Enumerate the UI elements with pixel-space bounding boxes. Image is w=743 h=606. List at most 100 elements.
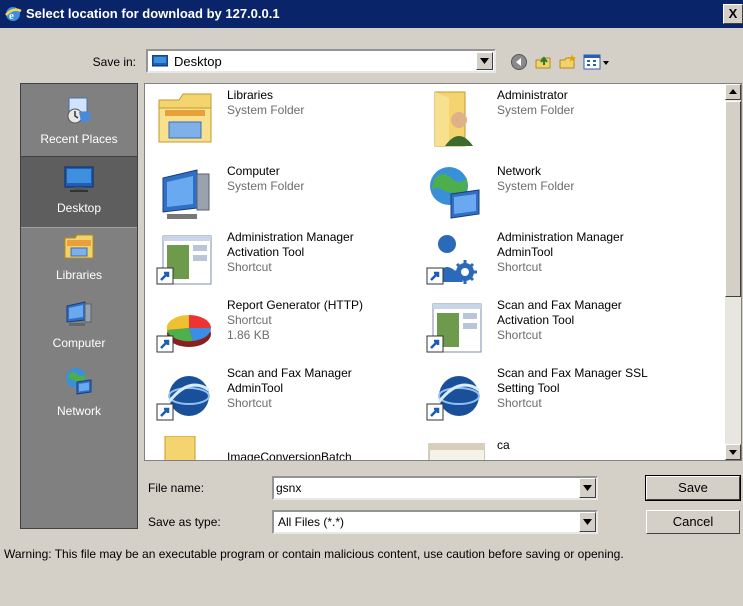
cancel-button[interactable]: Cancel — [646, 510, 740, 534]
file-name: Libraries — [227, 88, 274, 102]
browser-app-icon: e — [5, 7, 22, 22]
file-name-label: File name: — [148, 481, 205, 495]
file-size: 1.86 KB — [227, 328, 270, 342]
file-type: System Folder — [497, 179, 575, 193]
window-shortcut-icon — [156, 235, 212, 285]
desktop-icon — [64, 166, 94, 192]
scroll-down-button[interactable] — [725, 444, 741, 460]
list-item[interactable]: ImageConversionBatch — [149, 436, 417, 461]
file-name: Setting Tool — [497, 381, 560, 395]
list-item[interactable]: Administration Manager Activation Tool S… — [149, 230, 417, 298]
file-name: Scan and Fax Manager — [497, 298, 622, 312]
list-item[interactable]: Computer System Folder — [149, 164, 417, 232]
place-computer[interactable]: Computer — [21, 292, 137, 362]
place-desktop[interactable]: Desktop — [21, 156, 137, 228]
file-name: AdminTool — [227, 381, 284, 395]
save-in-dropdown[interactable]: Desktop — [146, 49, 496, 73]
file-type: System Folder — [497, 103, 575, 117]
list-item[interactable]: Report Generator (HTTP) Shortcut 1.86 KB — [149, 298, 417, 366]
save-button[interactable]: Save — [645, 475, 741, 501]
list-item[interactable]: Scan and Fax Manager SSL Setting Tool Sh… — [419, 366, 687, 434]
file-name: Report Generator (HTTP) — [227, 298, 364, 312]
save-as-type-dropdown[interactable]: All Files (*.*) — [272, 510, 598, 534]
places-bar: Recent Places Desktop Libraries Computer… — [20, 83, 138, 529]
user-folder-icon — [434, 91, 473, 147]
chevron-up-icon — [729, 89, 737, 94]
place-recent-places[interactable]: Recent Places — [21, 88, 137, 158]
list-item[interactable]: Scan and Fax Manager AdminTool Shortcut — [149, 366, 417, 434]
network-icon — [66, 368, 92, 395]
file-type: Shortcut — [497, 396, 542, 410]
file-type: Shortcut — [497, 260, 542, 274]
file-type: Shortcut — [227, 313, 272, 327]
computer-icon — [162, 169, 210, 219]
vertical-scrollbar[interactable] — [725, 84, 741, 460]
new-folder-button[interactable] — [557, 52, 579, 72]
up-folder-icon — [535, 56, 551, 69]
place-label: Libraries — [55, 268, 103, 282]
file-type: Shortcut — [227, 396, 272, 410]
window-shortcut-icon — [426, 303, 482, 353]
desktop-icon — [152, 55, 168, 67]
title-bar: e Select location for download by 127.0.… — [0, 0, 743, 28]
certificate-icon — [428, 443, 485, 460]
admin-gear-shortcut-icon — [426, 235, 477, 285]
back-button[interactable] — [508, 52, 530, 72]
chevron-down-icon[interactable] — [476, 52, 493, 70]
globe-shortcut-icon — [156, 376, 210, 421]
file-name: ImageConversionBatch — [227, 450, 352, 461]
list-item[interactable]: Administration Manager AdminTool Shortcu… — [419, 230, 687, 298]
place-network[interactable]: Network — [21, 360, 137, 430]
file-type: System Folder — [227, 103, 305, 117]
list-item[interactable]: Administrator System Folder — [419, 88, 687, 156]
network-icon — [430, 167, 480, 219]
save-as-type-label: Save as type: — [148, 515, 221, 529]
close-button[interactable]: X — [723, 4, 743, 24]
pie-chart-shortcut-icon — [156, 314, 212, 353]
list-item[interactable]: Scan and Fax Manager Activation Tool Sho… — [419, 298, 687, 366]
file-type: Shortcut — [497, 328, 542, 342]
place-label: Desktop — [56, 201, 102, 215]
views-menu-button[interactable] — [582, 52, 612, 72]
recent-places-icon — [67, 97, 91, 124]
place-label: Network — [56, 404, 101, 418]
file-name: Scan and Fax Manager — [227, 366, 352, 380]
save-in-label: Save in: — [92, 55, 136, 69]
back-icon — [511, 54, 527, 70]
chevron-down-icon[interactable] — [579, 478, 596, 498]
libraries-folder-icon — [158, 93, 212, 143]
file-name: Scan and Fax Manager SSL — [497, 366, 648, 380]
globe-shortcut-icon — [426, 376, 480, 421]
place-label: Recent Places — [40, 132, 118, 146]
warning-text: Warning: This file may be an executable … — [4, 547, 624, 561]
save-in-value: Desktop — [174, 54, 222, 69]
libraries-icon — [64, 234, 94, 259]
list-item[interactable]: ca — [419, 436, 687, 460]
scrollbar-thumb[interactable] — [725, 101, 741, 297]
place-label: Computer — [52, 336, 106, 350]
file-name: ca — [497, 438, 510, 452]
views-menu-icon — [583, 54, 609, 70]
svg-text:e: e — [9, 10, 14, 22]
scroll-up-button[interactable] — [725, 84, 741, 100]
folder-icon — [164, 436, 196, 460]
window-title: Select location for download by 127.0.0.… — [26, 6, 280, 21]
place-libraries[interactable]: Libraries — [21, 224, 137, 294]
file-name-input[interactable] — [276, 479, 576, 497]
save-as-type-value: All Files (*.*) — [278, 515, 345, 529]
file-name: Computer — [227, 164, 280, 178]
save-dialog: Save in: Desktop Recent Places Desktop L… — [0, 28, 743, 606]
list-item[interactable]: Network System Folder — [419, 164, 687, 232]
file-type: System Folder — [227, 179, 305, 193]
computer-icon — [66, 301, 92, 326]
file-name: Activation Tool — [497, 313, 575, 327]
list-item[interactable]: Libraries System Folder — [149, 88, 417, 156]
new-folder-icon — [559, 54, 576, 69]
file-name: Network — [497, 164, 542, 178]
file-type: Shortcut — [227, 260, 272, 274]
file-list[interactable]: Libraries System Folder Administrator Sy… — [144, 83, 742, 461]
file-name: Administration Manager — [227, 230, 354, 244]
up-folder-button[interactable] — [532, 52, 554, 72]
chevron-down-icon[interactable] — [579, 512, 596, 532]
file-name-field[interactable] — [272, 476, 598, 500]
